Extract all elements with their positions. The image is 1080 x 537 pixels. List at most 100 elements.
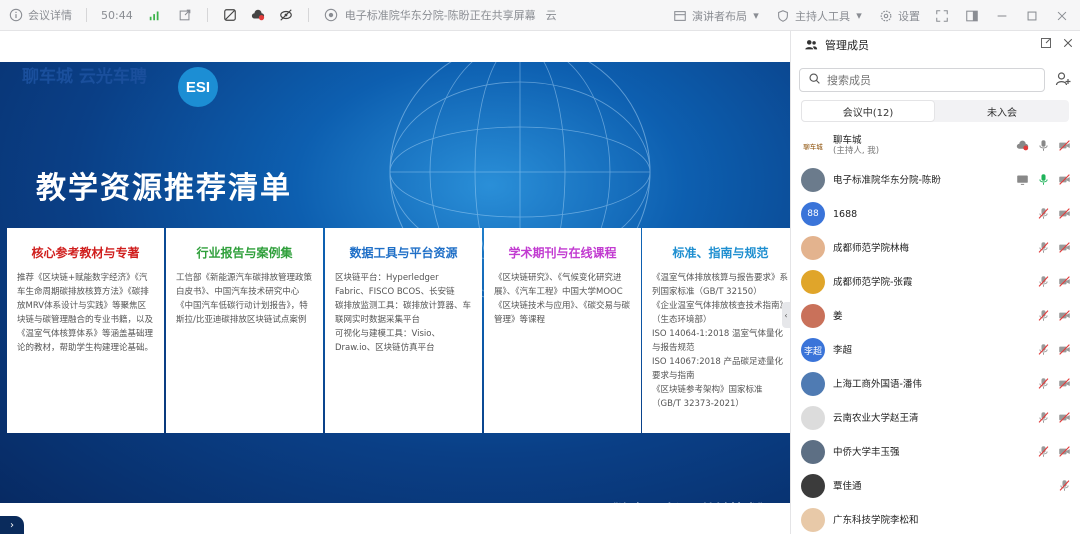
member-status-icons [1037,377,1071,390]
member-row[interactable]: 成都师范学院林梅 [791,231,1080,265]
meeting-info-label: 会议详情 [28,9,72,22]
search-input[interactable] [827,73,1027,87]
chevron-right-icon: › [10,519,14,531]
mic-off-icon[interactable] [1037,445,1050,458]
member-name: 聊车城 [833,135,862,146]
mic-off-icon[interactable] [1058,479,1071,492]
member-row[interactable]: 云南农业大学赵王清 [791,401,1080,435]
divider [86,8,87,22]
avatar: 88 [801,202,825,226]
camera-off-icon[interactable] [1058,377,1071,390]
member-info: 李超 [833,345,852,356]
resource-card: 学术期刊与在线课程 《区块链研究》、《气候变化研究进展》、《汽车工程》中国大学M… [484,228,641,433]
member-row[interactable]: 姜 [791,299,1080,333]
mic-off-icon[interactable] [1037,309,1050,322]
card-body: 《温室气体排放核算与报告要求》系列国家标准（GB/T 32150） 《企业温室气… [652,273,789,409]
card-title: 学术期刊与在线课程 [508,246,617,260]
close-icon[interactable] [1054,8,1070,24]
invite-member-icon[interactable] [1055,71,1073,89]
mic-on-icon[interactable] [1037,173,1050,186]
settings-button[interactable]: 设置 [878,8,920,24]
card-title: 数据工具与平台资源 [349,246,458,260]
member-info: 成都师范学院-张霞 [833,277,912,288]
panel-title: 管理成员 [825,39,869,52]
member-row[interactable]: 聊车城 聊车城 (主持人, 我) [791,129,1080,163]
screen-share-icon[interactable] [1016,173,1029,186]
member-row[interactable]: 88 1688 [791,197,1080,231]
member-status-icons [1016,173,1071,186]
member-row[interactable]: 覃佳通 [791,469,1080,503]
camera-off-icon[interactable] [1058,275,1071,288]
popout-icon[interactable] [177,7,193,23]
camera-off-icon[interactable] [1058,411,1071,424]
camera-off-icon[interactable] [1058,207,1071,220]
mic-icon[interactable] [1037,139,1050,152]
avatar [801,270,825,294]
card-title: 核心参考教材与专著 [31,246,140,260]
member-info: 中侨大学丰玉强 [833,447,900,458]
card-body: 工信部《新能源汽车碳排放管理政策白皮书》、中国汽车技术研究中心《中国汽车低碳行动… [176,273,313,325]
member-row[interactable]: 李超 李超 [791,333,1080,367]
tab-in-meeting[interactable]: 会议中(12) [801,100,935,122]
avatar [801,508,825,532]
cloud-record-icon[interactable] [1016,139,1029,152]
member-status-icons [1037,275,1071,288]
svg-text:聊车城 云光车聘: 聊车城 云光车聘 [22,66,147,87]
avatar [801,440,825,464]
camera-off-icon[interactable] [1058,173,1071,186]
member-list: 聊车城 聊车城 (主持人, 我) 电子标准院华东分院-陈盼 88 1688 成都师范学院林梅… [791,129,1080,537]
member-status-icons [1037,411,1071,424]
close-panel-icon[interactable] [1062,37,1074,52]
meeting-timer: 50:44 [101,8,133,22]
layout-label: 演讲者布局 [692,9,747,23]
mic-off-icon[interactable] [1037,411,1050,424]
hide-view-icon[interactable] [278,7,294,23]
popout-panel-icon[interactable] [1040,37,1052,52]
mic-off-icon[interactable] [1037,343,1050,356]
card-body: 《区块链研究》、《气候变化研究进展》、《汽车工程》中国大学MOOC《区块链技术与… [494,273,631,325]
maximize-icon[interactable] [1024,8,1040,24]
camera-off-icon[interactable] [1058,445,1071,458]
slide-footer: 《汽车双碳与区块链技术》 [604,503,772,519]
avatar [801,474,825,498]
member-row[interactable]: 广东科技学院李松和 [791,503,1080,537]
layout-button[interactable]: 演讲者布局 ▾ [672,8,761,24]
host-tools-button[interactable]: 主持人工具 ▾ [775,8,864,24]
tab-not-joined[interactable]: 未入会 [935,100,1069,122]
member-search[interactable] [799,68,1045,92]
member-info: 上海工商外国语-潘伟 [833,379,922,390]
camera-off-icon[interactable] [1058,241,1071,254]
meeting-info-button[interactable]: 会议详情 [8,7,72,23]
collapse-panel-handle[interactable]: ‹ [782,302,790,328]
expand-toolbar-button[interactable]: › [0,516,24,534]
card-title: 行业报告与案例集 [196,246,293,260]
member-status-icons [1037,343,1071,356]
member-row[interactable]: 成都师范学院-张霞 [791,265,1080,299]
mic-off-icon[interactable] [1037,275,1050,288]
member-row[interactable]: 上海工商外国语-潘伟 [791,367,1080,401]
cloud-record-icon[interactable] [250,7,266,23]
member-name: 李超 [833,344,853,356]
member-info: 电子标准院华东分院-陈盼 [833,175,941,186]
mic-off-icon[interactable] [1037,377,1050,390]
member-name: 覃佳通 [833,480,862,492]
member-row[interactable]: 电子标准院华东分院-陈盼 [791,163,1080,197]
sidebar-toggle-icon[interactable] [964,8,980,24]
member-row[interactable]: 中侨大学丰玉强 [791,435,1080,469]
resource-card: 核心参考教材与专著 推荐《区块链+赋能数字经济》《汽车生命周期碳排放核算方法》《… [7,228,164,433]
mic-off-icon[interactable] [1037,241,1050,254]
no-noise-icon[interactable] [222,7,238,23]
signal-icon [147,7,163,23]
chevron-down-icon: ▾ [856,9,862,22]
camera-off-icon[interactable] [1058,343,1071,356]
member-name: 姜 [833,310,843,322]
camera-off-icon[interactable] [1058,139,1071,152]
member-name: 电子标准院华东分院-陈盼 [833,174,941,186]
mic-off-icon[interactable] [1037,207,1050,220]
member-role: (主持人, 我) [833,146,880,156]
member-info: 1688 [833,209,857,220]
minimize-icon[interactable] [994,8,1010,24]
camera-off-icon[interactable] [1058,309,1071,322]
fullscreen-icon[interactable] [934,8,950,24]
card-body: 区块链平台：Hyperledger Fabric、FISCO BCOS、长安链 … [335,273,472,353]
